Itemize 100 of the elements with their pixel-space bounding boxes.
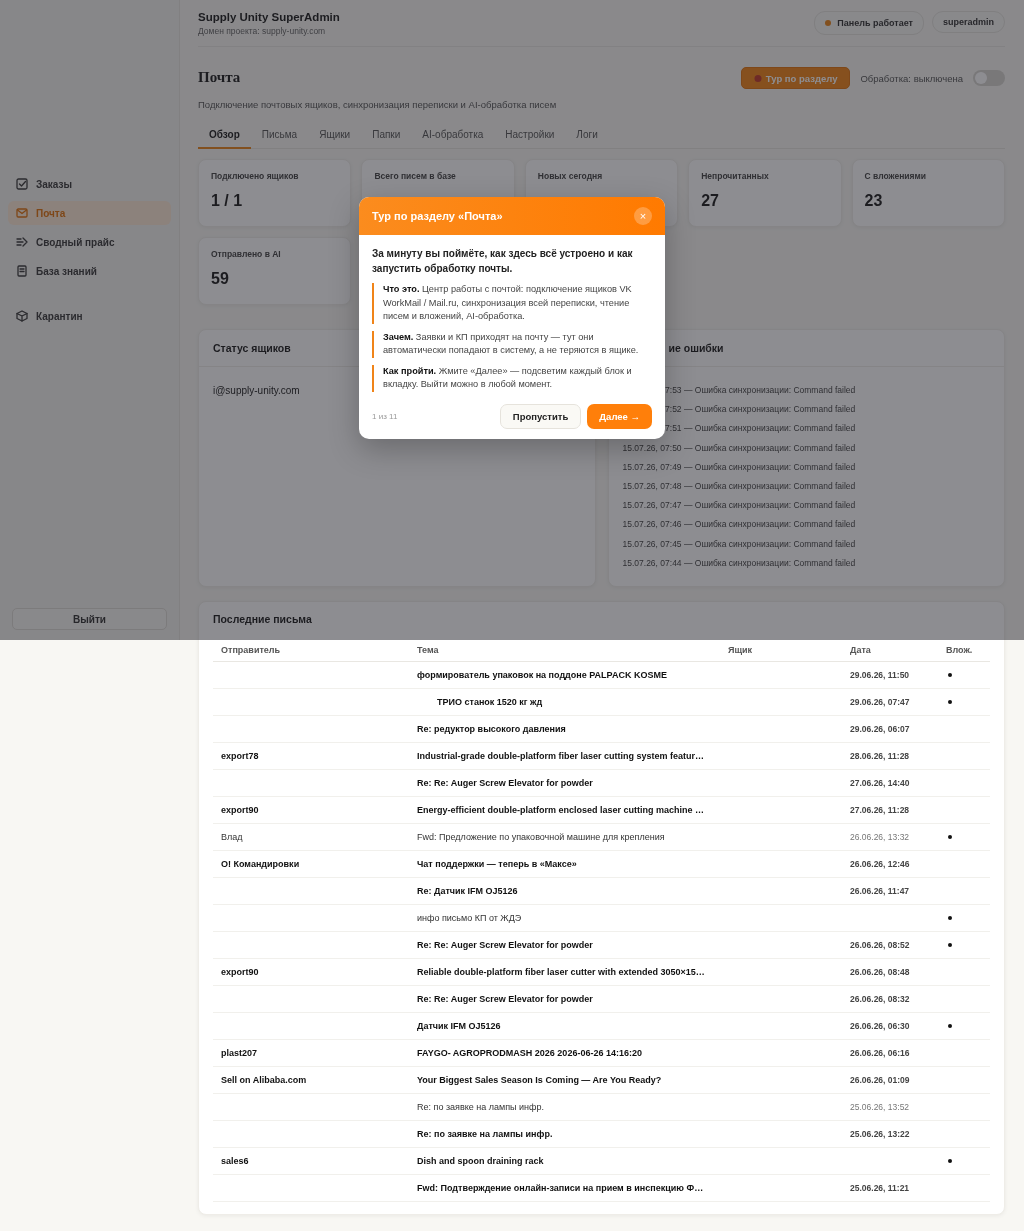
date-cell-text: 26.06.26, 13:32 [849, 831, 911, 844]
date-cell-text: 29.06.26, 06:07 [849, 723, 911, 736]
sidebar-item[interactable]: База знаний [8, 259, 171, 283]
subject-cell[interactable]: формирователь упаковок на поддоне PALPACK KOSME [409, 662, 842, 688]
mail-row[interactable]: Re: Re: Auger Screw Elevator for powder 26.06.26, 08:52 [213, 932, 990, 959]
mail-row[interactable]: export78 Industrial-grade double-platform fiber laser cutting system featur… 28.06.26, 11:28 [213, 743, 990, 770]
date-cell-text: 25.06.26, 11:21 [849, 1182, 911, 1195]
sidebar-item[interactable]: Сводный прайс [8, 230, 171, 254]
sender-cell-text: О! Командировки [220, 858, 301, 871]
status-badge: Панель работает [814, 11, 924, 35]
subject-cell[interactable]: Re: Re: Auger Screw Elevator for powder [409, 770, 842, 796]
skip-button[interactable]: Пропустить [499, 403, 582, 429]
stat-value: 1 / 1 [211, 192, 244, 210]
subject-cell[interactable]: Dish and spoon draining rack [409, 1148, 842, 1174]
subject-cell[interactable]: Re: Re: Auger Screw Elevator for powder [409, 932, 842, 958]
subject-cell[interactable]: Re: Re: Auger Screw Elevator for powder [409, 986, 842, 1012]
column-header: Тема [409, 637, 720, 662]
error-entry: 7:51 — Ошибка синхронизации: Command failed [665, 422, 856, 436]
sidebar-item[interactable]: Заказы [8, 172, 171, 196]
date-cell-text: 26.06.26, 06:30 [849, 1020, 911, 1033]
subject-cell[interactable]: Re: по заявке на лампы инфр. [409, 1121, 842, 1147]
error-entry: 15.07.26, 07:45 — Ошибка синхронизации: Command failed [622, 537, 856, 551]
page-title: Почта [198, 69, 242, 86]
envelope-icon [16, 207, 28, 219]
error-entry: 15.07.26, 07:49 — Ошибка синхронизации: Command failed [622, 460, 856, 474]
error-entry: 15.07.26, 07:50 — Ошибка синхронизации: Command failed [622, 441, 856, 455]
mail-row[interactable]: Re: Re: Auger Screw Elevator for powder 27.06.26, 14:40 [213, 770, 990, 797]
sidebar-item[interactable]: Карантин [8, 304, 171, 328]
mail-row[interactable]: sales6 Dish and spoon draining rack [213, 1148, 990, 1175]
mail-row[interactable]: Влад Fwd: Предложение по упаковочной машине для крепления 26.06.26, 13:32 [213, 824, 990, 851]
mail-row[interactable]: Re: по заявке на лампы инфр. 25.06.26, 13:52 [213, 1094, 990, 1121]
toggle-switch[interactable] [973, 70, 1005, 86]
date-cell-text: 26.06.26, 01:09 [849, 1074, 911, 1087]
stat-label: Всего писем в базе [374, 171, 457, 181]
error-entry: 15.07.26, 07:47 — Ошибка синхронизации: Command failed [622, 499, 856, 513]
book-icon [16, 265, 28, 277]
mail-row[interactable]: Датчик IFM OJ5126 26.06.26, 06:30 [213, 1013, 990, 1040]
tour-point: Зачем. Заявки и КП приходят на почту — тут они автоматически попадают в систему, а не теряются в ящике. [372, 330, 652, 358]
date-cell-text: 25.06.26, 13:52 [849, 1101, 911, 1114]
mail-row[interactable]: Fwd: Подтверждение онлайн-записи на прием в инспекцию Ф… 25.06.26, 11:21 [213, 1175, 990, 1202]
date-cell-text: 26.06.26, 06:16 [849, 1047, 911, 1060]
subject-cell[interactable]: Industrial-grade double-platform fiber laser cutting system featur… [409, 743, 842, 769]
stat-label: С вложениями [864, 171, 928, 181]
error-entry: 15.07.26, 07:46 — Ошибка синхронизации: Command failed [622, 518, 856, 532]
sender-cell-text: plast207 [220, 1047, 259, 1060]
mail-row[interactable]: инфо письмо КП от ЖДЭ [213, 905, 990, 932]
subject-cell[interactable]: ТРИО станок 1520 кг жд [409, 689, 842, 715]
tour-point: Что это. Центр работы с почтой: подключение ящиков VK WorkMail / Mail.ru, синхронизация всей переписки, чтение писем и вложений, AI-обработка. [372, 283, 652, 324]
subject-cell[interactable]: Fwd: Подтверждение онлайн-записи на прием в инспекцию Ф… [409, 1175, 842, 1201]
mail-row[interactable]: формирователь упаковок на поддоне PALPACK KOSME 29.06.26, 11:50 [213, 662, 990, 689]
subject-cell[interactable]: инфо письмо КП от ЖДЭ [409, 905, 842, 931]
dialog-title: Тур по разделу «Почта» [372, 210, 503, 222]
tab[interactable]: Обзор [198, 124, 251, 149]
subject-cell[interactable]: FAYGO- AGROPRODMASH 2026 2026-06-26 14:16:20 [409, 1040, 842, 1066]
user-button[interactable]: superadmin [932, 11, 1005, 33]
mail-row[interactable]: Re: Re: Auger Screw Elevator for powder 26.06.26, 08:32 [213, 986, 990, 1013]
date-cell-text: 29.06.26, 11:50 [849, 669, 911, 682]
error-entry: 7:52 — Ошибка синхронизации: Command failed [665, 403, 856, 417]
column-header: Дата [842, 637, 938, 662]
stat-value: 59 [211, 270, 230, 288]
subject-cell[interactable]: Reliable double-platform fiber laser cutter with extended 3050×15… [409, 959, 842, 985]
mail-row[interactable]: Re: по заявке на лампы инфр. 25.06.26, 13:22 [213, 1121, 990, 1148]
error-entry: 15.07.26, 07:48 — Ошибка синхронизации: Command failed [622, 480, 856, 493]
subject-cell[interactable]: Re: редуктор высокого давления [409, 716, 842, 742]
error-entry: 15.07.26, 07:44 — Ошибка синхронизации: Command failed [622, 556, 856, 570]
subject-cell[interactable]: Датчик IFM OJ5126 [409, 1013, 842, 1039]
check-square-icon [16, 178, 28, 190]
tour-point: Как пройти. Жмите «Далее» — подсветим каждый блок и вкладку. Выйти можно в любой момент. [372, 364, 652, 392]
column-header: Влож. [938, 637, 990, 662]
mail-row[interactable]: ТРИО станок 1520 кг жд 29.06.26, 07:47 [213, 689, 990, 716]
card-title: ие ошибки [668, 342, 724, 354]
date-cell-text: 26.06.26, 11:47 [849, 885, 911, 898]
error-entry: 7:53 — Ошибка синхронизации: Command failed [665, 384, 856, 397]
subject-cell[interactable]: Your Biggest Sales Season Is Coming — Are You Ready? [409, 1067, 842, 1093]
mail-row[interactable]: О! Командировки Чат поддержки — теперь в «Максе» 26.06.26, 12:46 [213, 851, 990, 878]
date-cell-text: 26.06.26, 08:48 [849, 966, 911, 979]
subject-cell[interactable]: Fwd: Предложение по упаковочной машине для крепления [409, 824, 842, 850]
mail-row[interactable]: Re: Датчик IFM OJ5126 26.06.26, 11:47 [213, 878, 990, 905]
sender-cell-text: Влад [220, 831, 244, 844]
logout-button[interactable]: Выйти [12, 608, 167, 630]
mail-row[interactable]: Sell on Alibaba.com Your Biggest Sales Season Is Coming — Are You Ready? 26.06.26, 01:09 [213, 1067, 990, 1094]
mail-row[interactable]: plast207 FAYGO- AGROPRODMASH 2026 2026-06-26 14:16:20 26.06.26, 06:16 [213, 1040, 990, 1067]
subject-cell[interactable]: Re: по заявке на лампы инфр. [409, 1094, 842, 1120]
mailbox-address: i@supply-unity.com [213, 385, 300, 396]
stat-label: Непрочитанных [701, 171, 770, 181]
date-cell-text: 28.06.26, 11:28 [849, 750, 911, 763]
mail-row[interactable]: Re: редуктор высокого давления 29.06.26, 06:07 [213, 716, 990, 743]
sender-cell-text: export78 [220, 750, 260, 763]
stat-value: 23 [864, 192, 884, 210]
lines-icon [16, 236, 28, 248]
sender-cell-text: Sell on Alibaba.com [220, 1074, 308, 1087]
stat-label: Новых сегодня [537, 171, 604, 181]
mail-row[interactable]: export90 Energy-efficient double-platform enclosed laser cutting machine … 27.06.26, 11:28 [213, 797, 990, 824]
subject-cell[interactable]: Чат поддержки — теперь в «Максе» [409, 851, 842, 877]
subject-cell[interactable]: Re: Датчик IFM OJ5126 [409, 878, 842, 904]
mail-row[interactable]: export90 Reliable double-platform fiber laser cutter with extended 3050×15… 26.06.26, 08:48 [213, 959, 990, 986]
column-header: Ящик [720, 637, 842, 662]
subject-cell[interactable]: Energy-efficient double-platform enclosed laser cutting machine … [409, 797, 842, 823]
stat-label: Отправлено в AI [211, 249, 282, 259]
stat-value: 27 [701, 192, 720, 210]
